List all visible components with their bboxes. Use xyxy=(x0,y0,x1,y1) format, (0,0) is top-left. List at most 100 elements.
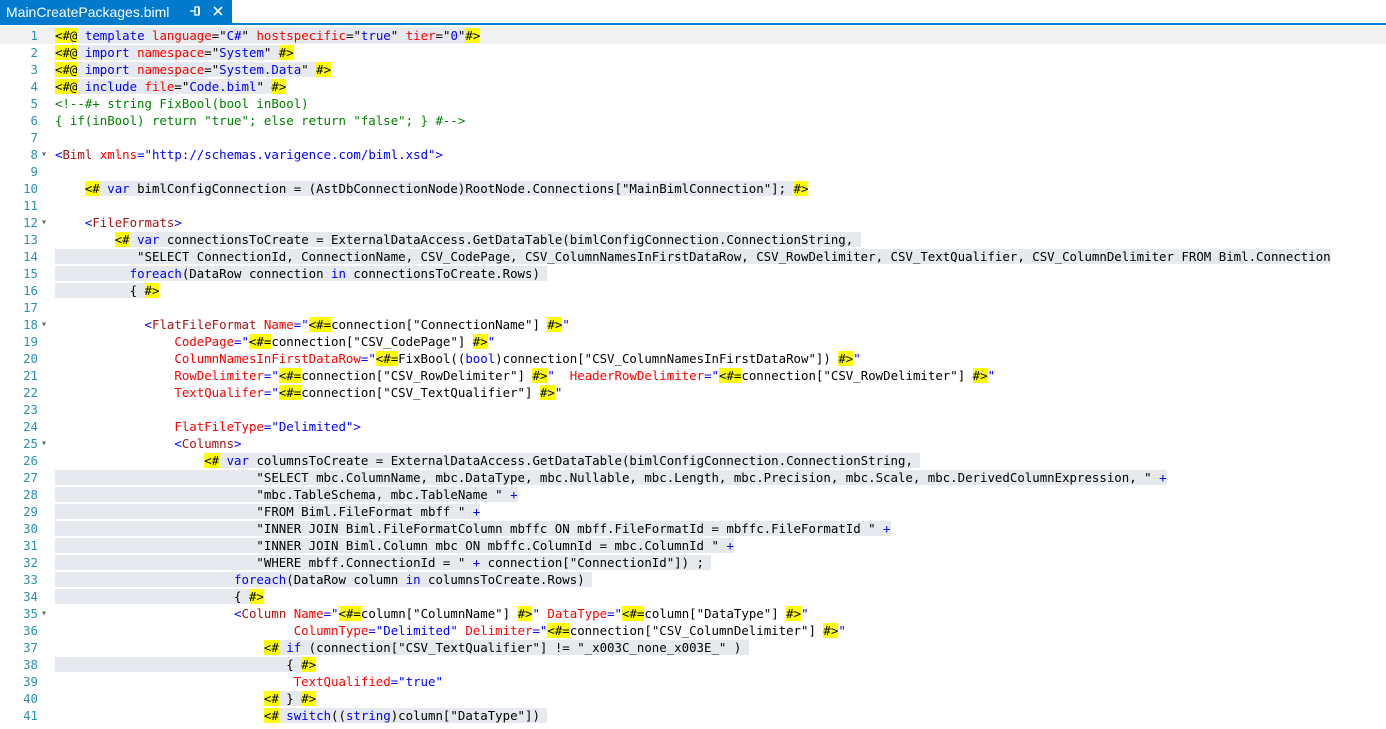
code-line[interactable]: 32 "WHERE mbff.ConnectionId = " + connec… xyxy=(0,554,1386,571)
code-token: { xyxy=(55,283,145,298)
code-line[interactable]: 11 xyxy=(0,197,1386,214)
collapse-chevron-icon[interactable]: ▾ xyxy=(39,605,49,622)
collapse-chevron-icon[interactable]: ▾ xyxy=(39,214,49,231)
code-line[interactable]: 39 TextQualified="true" xyxy=(0,673,1386,690)
code-token: (DataRow connection xyxy=(181,266,332,281)
code-token: < xyxy=(174,436,182,451)
code-line[interactable]: 17 xyxy=(0,299,1386,316)
close-icon[interactable] xyxy=(210,3,226,19)
code-token: DataType xyxy=(547,606,608,621)
code-line[interactable]: 10 <# var bimlConfigConnection = (AstDbC… xyxy=(0,180,1386,197)
code-line[interactable]: 14 "SELECT ConnectionId, ConnectionName,… xyxy=(0,248,1386,265)
code-editor[interactable]: 1 <#@ template language="C#" hostspecific… xyxy=(0,26,1386,729)
code-line[interactable]: 13 <# var connectionsToCreate = External… xyxy=(0,231,1386,248)
code-token: } xyxy=(278,691,302,706)
code-token: =" xyxy=(704,368,719,383)
code-line[interactable]: 26 <# var columnsToCreate = ExternalData… xyxy=(0,452,1386,469)
code-token: (connection["CSV_TextQualifier"] != "_x0… xyxy=(301,640,749,655)
code-line[interactable]: 29 "FROM Biml.FileFormat mbff " + xyxy=(0,503,1386,520)
code-token: string xyxy=(345,708,391,723)
code-token: <#= xyxy=(278,368,302,383)
code-token: Delimiter xyxy=(465,623,533,638)
line-number: 38 xyxy=(23,657,38,672)
code-token: <#= xyxy=(622,606,645,621)
code-line[interactable]: 38 { #> xyxy=(0,656,1386,673)
code-line[interactable]: 31 "INNER JOIN Biml.Column mbc ON mbffc.… xyxy=(0,537,1386,554)
code-token: #> xyxy=(278,45,294,60)
code-token: language xyxy=(152,28,212,43)
code-token: " xyxy=(562,317,570,332)
code-line[interactable]: 37 <# if (connection["CSV_TextQualifier"… xyxy=(0,639,1386,656)
line-number: 31 xyxy=(23,538,38,553)
code-token xyxy=(129,45,138,60)
code-token: connection["ConnectionId"]) ; xyxy=(480,555,712,570)
code-line[interactable]: 41 <# switch((string)column["DataType"]) xyxy=(0,707,1386,724)
code-line[interactable]: 40 <# } #> xyxy=(0,690,1386,707)
code-token: > xyxy=(174,215,182,230)
code-token: Biml xyxy=(62,147,93,162)
code-token: + xyxy=(472,504,481,519)
code-line[interactable]: 1 <#@ template language="C#" hostspecific… xyxy=(0,27,1386,44)
code-line[interactable]: 7 xyxy=(0,129,1386,146)
code-token: Column xyxy=(241,606,287,621)
code-line[interactable]: 19 CodePage="<#=connection["CSV_CodePage… xyxy=(0,333,1386,350)
code-line[interactable]: 6 { if(inBool) return "true"; else return… xyxy=(0,112,1386,129)
pin-icon[interactable] xyxy=(188,3,202,19)
code-token: #> xyxy=(301,691,317,706)
line-number: 13 xyxy=(23,232,38,247)
code-line[interactable]: 21 RowDelimiter="<#=connection["CSV_RowD… xyxy=(0,367,1386,384)
document-tab[interactable]: MainCreatePackages.biml xyxy=(0,0,232,23)
line-number: 1 xyxy=(30,28,38,43)
code-token: TextQualifer xyxy=(174,385,264,400)
code-line[interactable]: 33 foreach(DataRow column in columnsToCr… xyxy=(0,571,1386,588)
code-text: "FROM Biml.FileFormat mbff " + xyxy=(55,503,481,520)
code-line[interactable]: 18 ▾ <FlatFileFormat Name="<#=connection[… xyxy=(0,316,1386,333)
code-token: include xyxy=(84,79,138,94)
code-line[interactable]: 24 FlatFileType="Delimited"> xyxy=(0,418,1386,435)
code-token: =" xyxy=(263,385,279,400)
code-line[interactable]: 27 "SELECT mbc.ColumnName, mbc.DataType,… xyxy=(0,469,1386,486)
code-token: bool xyxy=(465,351,496,366)
code-token: " xyxy=(801,606,809,621)
collapse-chevron-icon[interactable]: ▾ xyxy=(39,146,49,163)
code-token: " xyxy=(301,62,317,77)
code-token: Columns xyxy=(181,436,235,451)
code-line[interactable]: 28 "mbc.TableSchema, mbc.TableName " + xyxy=(0,486,1386,503)
code-text: foreach(DataRow connection in connection… xyxy=(55,265,548,282)
code-token: foreach xyxy=(234,572,287,587)
code-line[interactable]: 8 ▾ <Biml xmlns="http://schemas.varigence.… xyxy=(0,146,1386,163)
code-token xyxy=(144,28,153,43)
code-token: { xyxy=(55,589,249,604)
line-number: 30 xyxy=(23,521,38,536)
code-line[interactable]: 34 { #> xyxy=(0,588,1386,605)
code-line[interactable]: 5 <!--#+ string FixBool(bool inBool) xyxy=(0,95,1386,112)
code-token: =" xyxy=(263,419,279,434)
code-text: CodePage="<#=connection["CSV_CodePage"] … xyxy=(55,333,495,350)
line-number: 9 xyxy=(30,164,38,179)
code-token: #> xyxy=(532,368,548,383)
code-token: <# xyxy=(204,453,220,468)
code-token: " xyxy=(263,45,279,60)
code-line[interactable]: 4 <#@ include file="Code.biml" #> xyxy=(0,78,1386,95)
code-line[interactable]: 25 ▾ <Columns> xyxy=(0,435,1386,452)
code-line[interactable]: 30 "INNER JOIN Biml.FileFormatColumn mbf… xyxy=(0,520,1386,537)
code-line[interactable]: 2 <#@ import namespace="System" #> xyxy=(0,44,1386,61)
code-token: =" xyxy=(607,606,623,621)
code-line[interactable]: 9 xyxy=(0,163,1386,180)
code-token: template xyxy=(84,28,145,43)
code-line[interactable]: 20 ColumnNamesInFirstDataRow="<#=FixBool… xyxy=(0,350,1386,367)
code-line[interactable]: 22 TextQualifer="<#=connection["CSV_Text… xyxy=(0,384,1386,401)
code-token: in xyxy=(405,572,421,587)
code-line[interactable]: 36 ColumnType="Delimited" Delimiter="<#=… xyxy=(0,622,1386,639)
code-line[interactable]: 16 { #> xyxy=(0,282,1386,299)
collapse-chevron-icon[interactable]: ▾ xyxy=(39,435,49,452)
code-line[interactable]: 12 ▾ <FileFormats> xyxy=(0,214,1386,231)
code-token: < xyxy=(144,317,152,332)
code-line[interactable]: 23 xyxy=(0,401,1386,418)
collapse-chevron-icon[interactable]: ▾ xyxy=(39,316,49,333)
code-line[interactable]: 35 ▾ <Column Name="<#=column["ColumnName"… xyxy=(0,605,1386,622)
code-text: <FlatFileFormat Name="<#=connection["Con… xyxy=(55,316,570,333)
code-line[interactable]: 3 <#@ import namespace="System.Data" #> xyxy=(0,61,1386,78)
code-line[interactable]: 15 foreach(DataRow connection in connect… xyxy=(0,265,1386,282)
